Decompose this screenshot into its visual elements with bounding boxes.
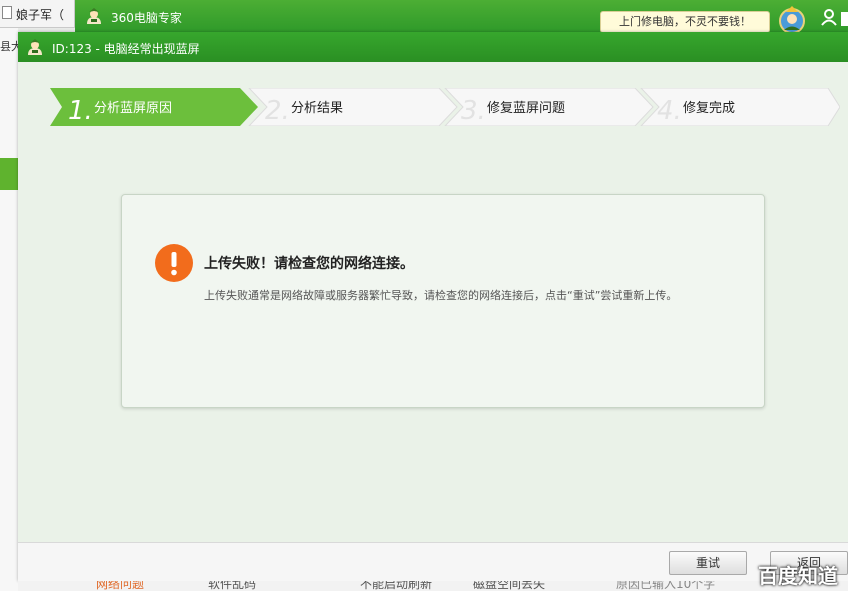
window-edge — [841, 12, 848, 26]
step-2-label: 分析结果 — [291, 101, 343, 116]
step-3-label: 修复蓝屏问题 — [487, 101, 565, 116]
diagnosis-dialog: ID:123 - 电脑经常出现蓝屏 1. 分析蓝屏原因 2. 分析结果 3. 修… — [18, 32, 848, 581]
background-link: 不能启动刷新 — [360, 581, 433, 591]
step-2: 2. 分析结果 — [248, 88, 458, 126]
avatar-icon[interactable] — [778, 4, 806, 34]
step-2-number: 2. — [265, 96, 290, 126]
promo-bubble[interactable]: 上门修电脑，不灵不要钱！ — [600, 11, 770, 33]
dialog-title: ID:123 - 电脑经常出现蓝屏 — [52, 42, 200, 56]
watermark: 百度知道 — [758, 564, 838, 588]
step-1: 1. 分析蓝屏原因 — [50, 88, 258, 126]
dialog-title-bar: ID:123 - 电脑经常出现蓝屏 — [18, 32, 848, 62]
background-link: 网络问题 — [96, 581, 145, 591]
step-3: 3. 修复蓝屏问题 — [444, 88, 654, 126]
step-4-label: 修复完成 — [683, 101, 735, 116]
background-green-strip — [0, 158, 18, 190]
doctor-logo-icon — [28, 39, 42, 55]
browser-tab-title: 娘子军（ — [16, 8, 65, 22]
background-left-panel: 县大 — [0, 28, 22, 591]
dialog-footer: 重试 返回 — [18, 542, 848, 581]
step-4: 4. 修复完成 — [640, 88, 840, 126]
step-progress: 1. 分析蓝屏原因 2. 分析结果 3. 修复蓝屏问题 4. 修复完成 — [50, 88, 840, 126]
background-link: 磁盘空间丢失 — [473, 581, 546, 591]
error-headline: 上传失败！请检查您的网络连接。 — [204, 256, 414, 272]
user-icon[interactable] — [820, 8, 838, 26]
doctor-logo-icon — [87, 8, 101, 24]
step-3-number: 3. — [461, 96, 486, 126]
step-4-number: 4. — [657, 96, 682, 126]
message-panel: 上传失败！请检查您的网络连接。 上传失败通常是网络故障或服务器繁忙导致，请检查您… — [121, 194, 765, 408]
step-1-label: 分析蓝屏原因 — [94, 101, 172, 116]
browser-tab[interactable]: 娘子军（ — [0, 0, 75, 28]
doc-icon — [2, 6, 12, 19]
retry-button[interactable]: 重试 — [669, 551, 747, 575]
warning-icon — [155, 244, 193, 282]
error-description: 上传失败通常是网络故障或服务器繁忙导致，请检查您的网络连接后，点击“重试”尝试重… — [204, 289, 678, 302]
background-link: 软件乱码 — [208, 581, 257, 591]
background-content-strip: 网络问题 软件乱码 不能启动刷新 磁盘空间丢失 原因已输入10个字 — [18, 581, 848, 591]
background-link: 原因已输入10个字 — [616, 581, 716, 591]
step-1-number: 1. — [68, 96, 93, 126]
app-title: 360电脑专家 — [111, 11, 182, 25]
